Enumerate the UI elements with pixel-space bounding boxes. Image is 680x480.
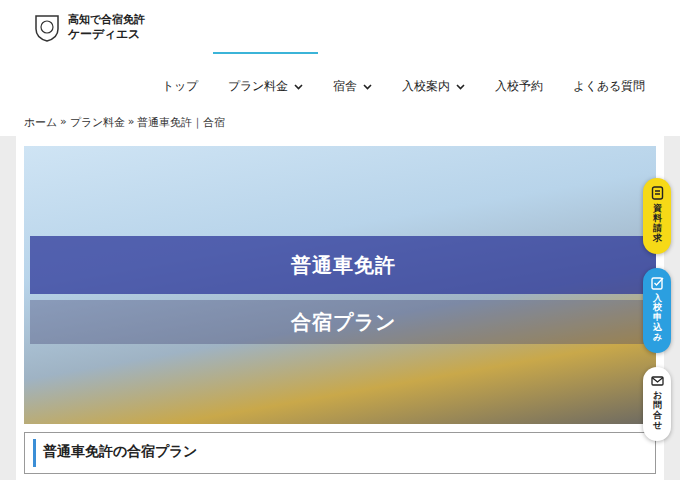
side-tab[interactable]: 資料請求	[643, 178, 671, 254]
main-nav: トップ プラン料金 宿舎 入校案内 入校予約 よくある質問	[0, 52, 680, 113]
side-tab[interactable]: 入校申込み	[643, 268, 671, 353]
side-tab-label: お問合せ	[653, 391, 662, 431]
page: 高知で合宿免許 ケーディエス トップ プラン料金 宿舎 入校案内 入校予約 よく…	[0, 0, 680, 480]
breadcrumb: ホーム »プラン料金 »普通車免許｜合宿	[0, 113, 680, 136]
side-tab-label: 入校申込み	[653, 294, 662, 343]
breadcrumb-item: 普通車免許｜合宿	[137, 115, 225, 130]
logo-line1: 高知で合宿免許	[68, 13, 145, 27]
nav-item[interactable]: 入校案内	[387, 52, 480, 113]
chevron-down-icon	[294, 84, 303, 90]
content-panel: 普通車免許 合宿プラン 普通車免許の合宿プラン	[16, 136, 664, 480]
hero-title-band: 普通車免許	[30, 236, 656, 294]
nav-item[interactable]: 宿舎	[318, 52, 387, 113]
hero-subtitle: 合宿プラン	[291, 309, 396, 336]
chevron-down-icon	[363, 84, 372, 90]
mail-icon	[651, 375, 664, 387]
nav-item[interactable]: トップ	[147, 52, 213, 113]
side-tab-label: 資料請求	[653, 204, 662, 244]
site-header: 高知で合宿免許 ケーディエス トップ プラン料金 宿舎 入校案内 入校予約 よく…	[0, 0, 680, 113]
breadcrumb-separator: »	[128, 115, 135, 130]
hero-subtitle-band: 合宿プラン	[30, 300, 656, 344]
breadcrumb-item[interactable]: ホーム	[24, 115, 57, 130]
content-area: 普通車免許 合宿プラン 普通車免許の合宿プラン	[0, 136, 680, 480]
hero-image: 普通車免許 合宿プラン	[24, 146, 656, 424]
breadcrumb-separator: »	[60, 115, 67, 130]
nav-item[interactable]: よくある質問	[558, 52, 660, 113]
nav-item[interactable]: プラン料金	[213, 52, 318, 113]
chevron-down-icon	[456, 84, 465, 90]
nav-item[interactable]: 入校予約	[480, 52, 558, 113]
document-icon	[651, 186, 664, 200]
crest-icon	[32, 13, 62, 43]
form-check-icon	[651, 276, 664, 290]
side-tabs: 資料請求 入校申込み お問合せ	[643, 178, 671, 441]
hero-title: 普通車免許	[291, 252, 396, 279]
breadcrumb-item[interactable]: プラン料金	[70, 115, 125, 130]
logo-line2: ケーディエス	[68, 27, 145, 43]
logo[interactable]: 高知で合宿免許 ケーディエス	[0, 0, 680, 46]
side-tab[interactable]: お問合せ	[643, 367, 671, 441]
section-heading: 普通車免許の合宿プラン	[24, 432, 656, 474]
